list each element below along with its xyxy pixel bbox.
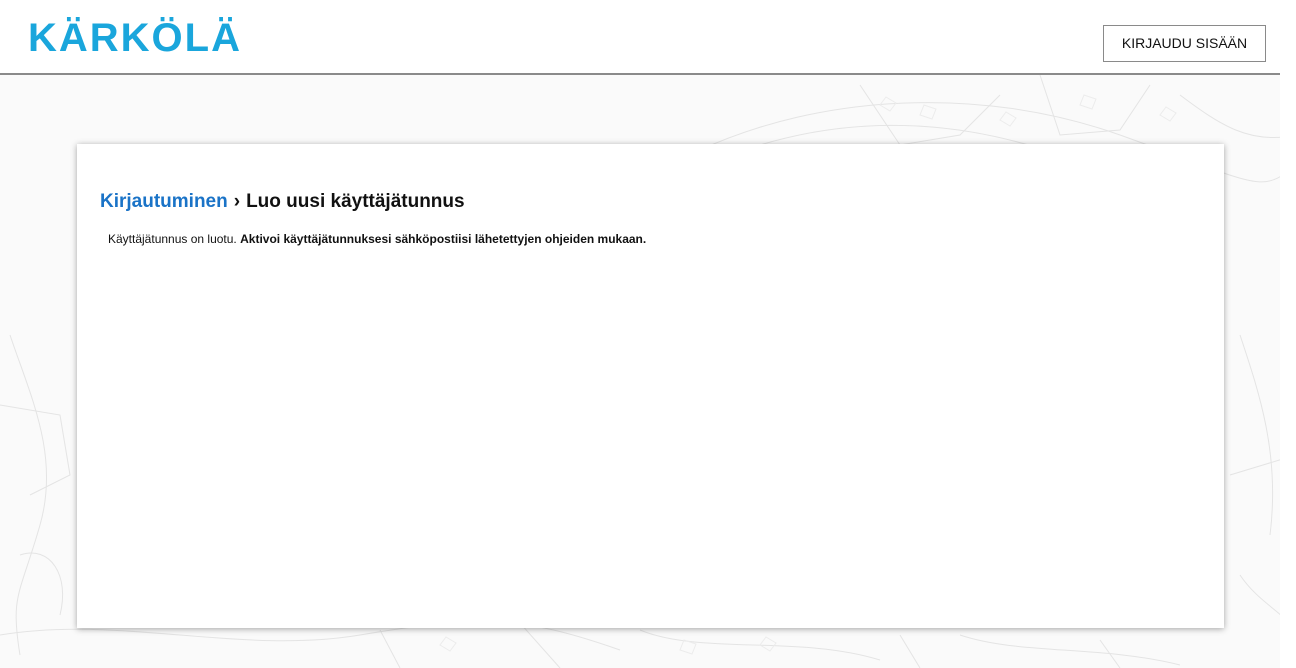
scrollbar-track[interactable] xyxy=(1280,0,1296,668)
breadcrumb-link-login[interactable]: Kirjautuminen xyxy=(100,191,228,212)
content-card: Kirjautuminen › Luo uusi käyttäjätunnus Kä… xyxy=(77,144,1224,628)
breadcrumb-separator: › xyxy=(233,191,241,212)
status-message-instructions: Aktivoi käyttäjätunnuksesi sähköpostiisi… xyxy=(240,232,647,246)
status-message: Käyttäjätunnus on luotu. Aktivoi käyttäj… xyxy=(108,232,646,246)
login-button[interactable]: KIRJAUDU SISÄÄN xyxy=(1103,25,1266,62)
page-title: Luo uusi käyttäjätunnus xyxy=(246,191,465,212)
page: KÄRKÖLÄ KIRJAUDU SISÄÄN Kirjautuminen › Lu… xyxy=(0,0,1296,668)
site-logo[interactable]: KÄRKÖLÄ xyxy=(28,18,242,58)
top-header: KÄRKÖLÄ KIRJAUDU SISÄÄN xyxy=(0,0,1280,75)
breadcrumb: Kirjautuminen › Luo uusi käyttäjätunnus xyxy=(100,191,465,213)
status-message-text: Käyttäjätunnus on luotu. xyxy=(108,232,237,246)
